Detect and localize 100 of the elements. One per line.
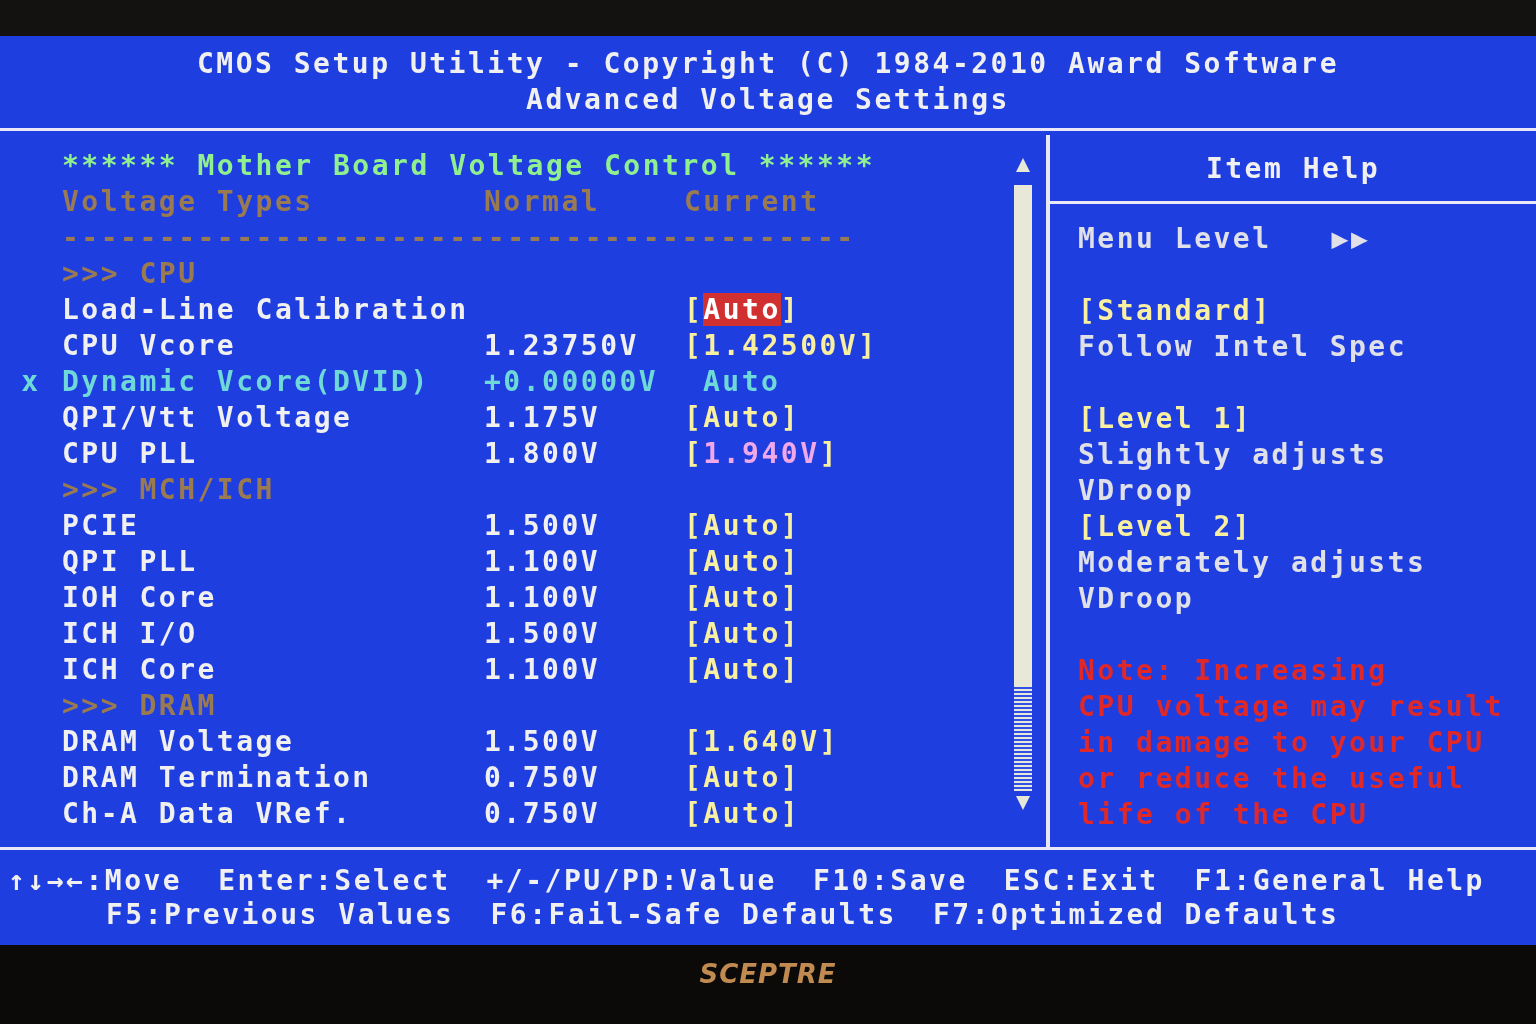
bracket: ]	[780, 616, 801, 650]
key-hint: Enter:Select	[218, 864, 451, 897]
bracket: [	[684, 760, 704, 794]
setting-value: Auto	[703, 364, 781, 398]
normal-value: 1.100V	[484, 580, 602, 614]
setting-name: DRAM Termination	[62, 760, 373, 794]
key-hint: F1:General Help	[1194, 864, 1485, 897]
section-label: >>> MCH/ICH	[62, 472, 276, 506]
setting-name: PCIE	[62, 508, 141, 542]
column-header: Normal	[484, 184, 602, 218]
key-hint: F5:Previous Values	[106, 898, 455, 931]
section-label: >>> DRAM	[62, 688, 218, 722]
normal-value: 1.100V	[484, 544, 602, 578]
utility-title: CMOS Setup Utility - Copyright (C) 1984-2010 Award Software	[196, 47, 1340, 81]
key-hint: +/-/PU/PD:Value	[486, 864, 777, 897]
menu-level-label: Menu Level	[1078, 221, 1272, 255]
bracket: [	[684, 508, 704, 542]
bracket: ]	[819, 724, 839, 758]
setting-name: Load-Line Calibration	[62, 292, 470, 326]
key-hint: ↑↓→←:Move	[8, 864, 183, 897]
bracket: ]	[819, 436, 839, 470]
bracket: [	[684, 436, 704, 470]
page-title: Advanced Voltage Settings	[526, 83, 1010, 117]
normal-value: 0.750V	[484, 796, 602, 830]
setting-value[interactable]: Auto	[703, 544, 781, 578]
section-label: >>> CPU	[62, 256, 199, 290]
column-header: Current	[684, 184, 821, 218]
normal-value: 1.175V	[484, 400, 602, 434]
monitor-logo: SCEPTRE	[699, 959, 837, 989]
scrollbar-thumb[interactable]	[1014, 185, 1032, 685]
option-label: [Level 2]	[1078, 509, 1253, 543]
setting-value[interactable]: 1.640V	[703, 724, 820, 758]
setting-name: CPU Vcore	[62, 328, 238, 362]
normal-value: 0.750V	[484, 760, 602, 794]
bracket: [	[684, 544, 704, 578]
bracket: ]	[780, 760, 801, 794]
bracket: ]	[858, 328, 878, 362]
bracket: ]	[780, 580, 801, 614]
help-text: VDroop	[1078, 581, 1195, 615]
normal-value: +0.00000V	[484, 364, 660, 398]
bracket: ]	[780, 400, 801, 434]
bracket: ]	[780, 652, 801, 686]
normal-value: 1.500V	[484, 508, 602, 542]
scroll-down-icon[interactable]	[1015, 795, 1031, 811]
help-text: VDroop	[1078, 473, 1195, 507]
setting-name: QPI PLL	[62, 544, 199, 578]
bracket: [	[684, 580, 704, 614]
warning-note: or reduce the useful	[1078, 761, 1466, 795]
dashed-divider: -----------------------------------------	[62, 220, 857, 254]
setting-value[interactable]: 1.940V	[703, 436, 820, 470]
panel-title: ****** Mother Board Voltage Control ******	[62, 148, 876, 182]
warning-note: CPU voltage may result	[1078, 689, 1504, 723]
bracket: [	[684, 616, 704, 650]
bracket: [	[684, 796, 704, 830]
setting-value[interactable]: Auto	[703, 292, 781, 326]
bracket: [	[684, 292, 704, 326]
option-label: [Level 1]	[1078, 401, 1253, 435]
normal-value: 1.500V	[484, 724, 602, 758]
setting-name: Dynamic Vcore(DVID)	[62, 364, 431, 398]
setting-name: IOH Core	[62, 580, 218, 614]
menu-level-indicator: ▶▶	[1331, 221, 1371, 255]
normal-value: 1.100V	[484, 652, 602, 686]
warning-note: Note: Increasing	[1078, 653, 1388, 687]
column-header: Voltage Types	[62, 184, 315, 218]
help-text: Moderately adjusts	[1078, 545, 1427, 579]
key-hint: F6:Fail-Safe Defaults	[490, 898, 897, 931]
setting-name: QPI/Vtt Voltage	[62, 400, 354, 434]
help-text: Slightly adjusts	[1078, 437, 1388, 471]
setting-value[interactable]: 1.42500V	[703, 328, 859, 362]
bracket: [	[684, 724, 704, 758]
key-hint: F7:Optimized Defaults	[932, 898, 1340, 931]
bracket: ]	[780, 796, 801, 830]
setting-value[interactable]: Auto	[703, 616, 781, 650]
normal-value: 1.23750V	[484, 328, 640, 362]
bracket: [	[684, 400, 704, 434]
setting-value[interactable]: Auto	[703, 652, 781, 686]
help-title: Item Help	[1205, 151, 1381, 185]
setting-name: ICH Core	[62, 652, 218, 686]
setting-name: DRAM Voltage	[62, 724, 296, 758]
warning-note: in damage to your CPU	[1078, 725, 1485, 759]
setting-value[interactable]: Auto	[703, 400, 781, 434]
key-hint: ESC:Exit	[1003, 864, 1159, 897]
bracket: ]	[780, 292, 801, 326]
bracket: ]	[780, 508, 801, 542]
normal-value: 1.500V	[484, 616, 602, 650]
setting-name: Ch-A Data VRef.	[62, 796, 354, 830]
bracket: [	[684, 328, 704, 362]
bracket: [	[684, 652, 704, 686]
setting-name: ICH I/O	[62, 616, 199, 650]
setting-value[interactable]: Auto	[703, 796, 781, 830]
scroll-up-icon[interactable]	[1015, 157, 1031, 173]
setting-value[interactable]: Auto	[703, 760, 781, 794]
key-hint: F10:Save	[812, 864, 968, 897]
setting-name: CPU PLL	[62, 436, 199, 470]
setting-value[interactable]: Auto	[703, 508, 781, 542]
normal-value: 1.800V	[484, 436, 602, 470]
warning-note: life of the CPU	[1078, 797, 1369, 831]
setting-value[interactable]: Auto	[703, 580, 781, 614]
help-text: Follow Intel Spec	[1078, 329, 1408, 363]
disabled-marker: x	[21, 364, 41, 398]
